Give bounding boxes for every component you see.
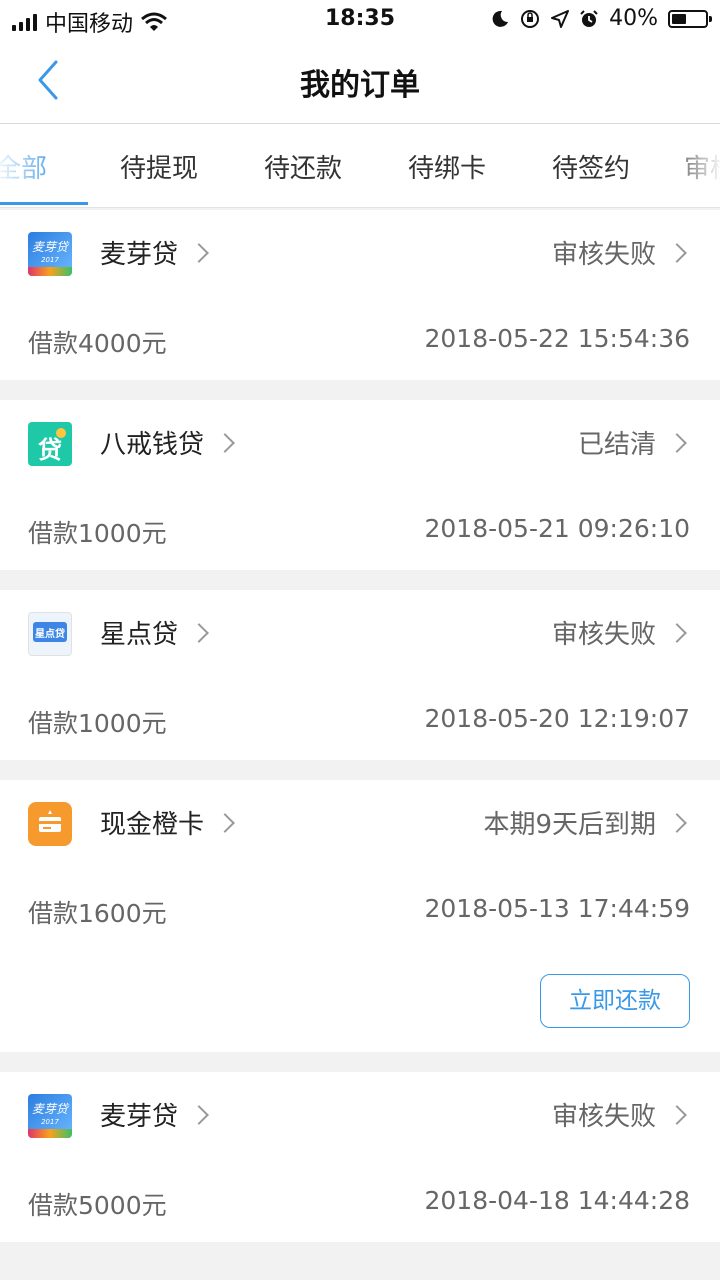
order-status: 审核失败 (551, 240, 656, 270)
tab-all[interactable]: 全部 (0, 148, 47, 185)
order-status: 本期9天后到期 (483, 810, 656, 840)
chevron-right-icon (667, 432, 687, 453)
chevron-right-icon (215, 432, 235, 453)
order-card[interactable]: 现金橙卡 本期9天后到期 借款1600元 2018-05-13 17:44:59… (0, 780, 720, 1052)
app-name-link[interactable]: 八戒钱贷 (100, 424, 235, 461)
order-status: 已结清 (577, 430, 656, 460)
order-datetime: 2018-05-13 17:44:59 (424, 894, 690, 923)
icon-dot (56, 428, 66, 438)
order-status-link[interactable]: 审核失败 (551, 1096, 687, 1133)
tab-review[interactable]: 审核 (684, 148, 720, 185)
order-status: 审核失败 (551, 1102, 656, 1132)
chevron-right-icon (189, 622, 209, 643)
loan-amount: 借款1000元 (28, 519, 167, 548)
tab-pending-bind-card[interactable]: 待绑卡 (408, 148, 486, 185)
app-name: 现金橙卡 (100, 810, 205, 840)
nav-bar: 我的订单 (0, 40, 720, 124)
app-name-link[interactable]: 麦芽贷 (100, 234, 209, 271)
app-name: 麦芽贷 (100, 1102, 179, 1132)
alarm-icon (580, 9, 598, 27)
chevron-right-icon (667, 1104, 687, 1125)
rotation-lock-icon (521, 9, 540, 28)
order-card[interactable]: 星点贷 星点贷 审核失败 借款1000元 2018-05-20 12:19:07 (0, 590, 720, 760)
icon-text: 麦芽贷 (31, 1102, 68, 1116)
card-glyph-icon (39, 810, 61, 832)
icon-text: 麦芽贷 (31, 240, 68, 254)
order-status-link[interactable]: 已结清 (577, 424, 687, 461)
order-status: 审核失败 (551, 620, 656, 650)
tab-bar: 全部 待提现 待还款 待绑卡 待签约 审核 (0, 124, 720, 208)
loan-amount: 借款1600元 (28, 899, 167, 928)
chevron-right-icon (667, 812, 687, 833)
order-status-link[interactable]: 审核失败 (551, 234, 687, 271)
status-bar-right: 40% (491, 6, 712, 31)
moon-icon (492, 10, 509, 27)
loan-amount: 借款4000元 (28, 329, 167, 358)
app-name: 星点贷 (100, 620, 179, 650)
order-datetime: 2018-05-20 12:19:07 (424, 704, 690, 733)
tab-pending-sign[interactable]: 待签约 (552, 148, 630, 185)
app-name-link[interactable]: 现金橙卡 (100, 804, 235, 841)
xingdian-logo-icon: 星点贷 (28, 612, 72, 656)
chevron-right-icon (667, 242, 687, 263)
icon-subtext: 2017 (41, 256, 59, 264)
repay-now-button[interactable]: 立即还款 (540, 974, 690, 1028)
status-bar: 中国移动 18:35 40% (0, 0, 720, 40)
order-datetime: 2018-05-22 15:54:36 (424, 324, 690, 353)
page-title: 我的订单 (300, 68, 420, 103)
app-name: 麦芽贷 (100, 240, 179, 270)
icon-subtext: 2017 (41, 1118, 59, 1126)
location-icon (551, 9, 570, 28)
tab-pending-repay[interactable]: 待还款 (264, 148, 342, 185)
battery-icon (668, 9, 712, 28)
order-status-link[interactable]: 审核失败 (551, 614, 687, 651)
bajie-logo-icon: 贷 (28, 422, 72, 466)
order-status-link[interactable]: 本期9天后到期 (483, 804, 687, 841)
tab-indicator (0, 202, 88, 205)
chengka-logo-icon (28, 802, 72, 846)
maiyadai-logo-icon: 麦芽贷 2017 (28, 1094, 72, 1138)
chevron-right-icon (215, 812, 235, 833)
chevron-right-icon (189, 1104, 209, 1125)
icon-text: 星点贷 (35, 629, 65, 640)
order-datetime: 2018-04-18 14:44:28 (424, 1186, 690, 1215)
order-datetime: 2018-05-21 09:26:10 (424, 514, 690, 543)
app-name-link[interactable]: 星点贷 (100, 614, 209, 651)
order-card[interactable]: 贷 八戒钱贷 已结清 借款1000元 2018-05-21 09:26:10 (0, 400, 720, 570)
order-card[interactable]: 麦芽贷 2017 麦芽贷 审核失败 借款5000元 2018-04-18 14:… (0, 1072, 720, 1242)
icon-stripe (28, 267, 72, 276)
order-card[interactable]: 麦芽贷 2017 麦芽贷 审核失败 借款4000元 2018-05-22 15:… (0, 210, 720, 380)
app-name-link[interactable]: 麦芽贷 (100, 1096, 209, 1133)
tab-pending-withdraw[interactable]: 待提现 (120, 148, 198, 185)
loan-amount: 借款1000元 (28, 709, 167, 738)
loan-amount: 借款5000元 (28, 1191, 167, 1220)
app-name: 八戒钱贷 (100, 430, 205, 460)
icon-stripe (28, 1129, 72, 1138)
chevron-right-icon (189, 242, 209, 263)
chevron-right-icon (667, 622, 687, 643)
maiyadai-logo-icon: 麦芽贷 2017 (28, 232, 72, 276)
battery-percent: 40% (609, 6, 658, 31)
